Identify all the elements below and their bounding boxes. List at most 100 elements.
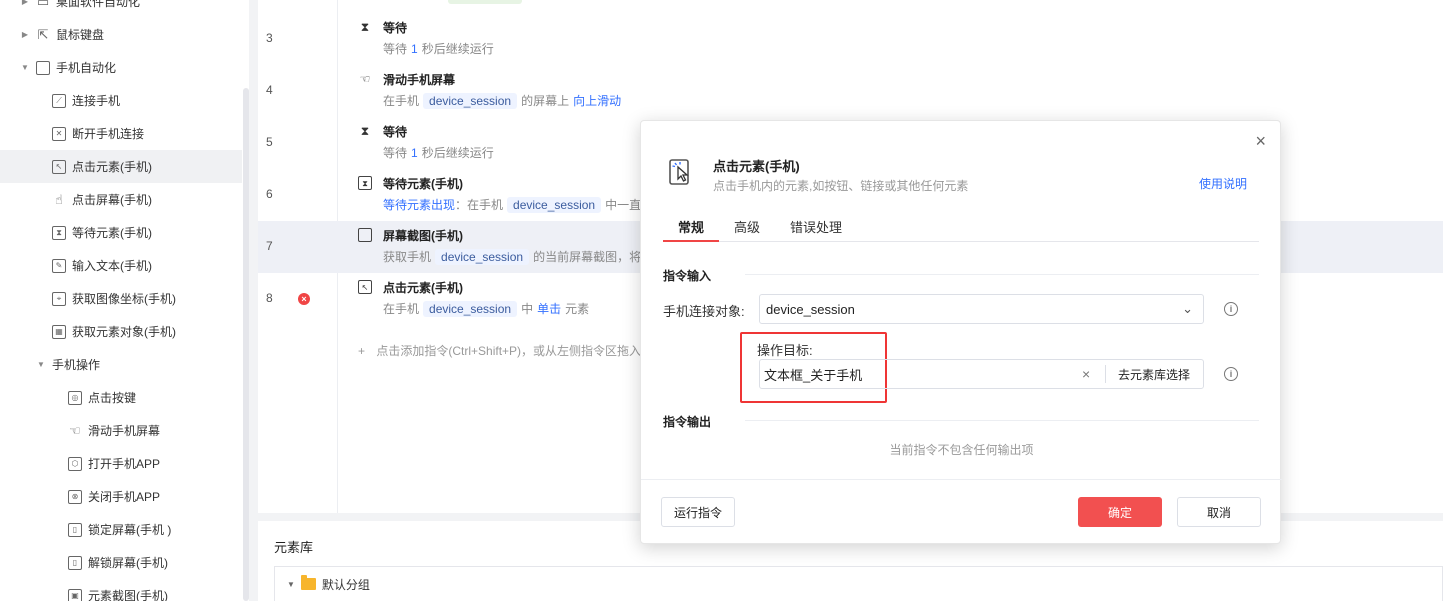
cancel-button[interactable]: 取消 [1177,497,1261,527]
add-command-hint[interactable]: + 点击添加指令(Ctrl+Shift+P)，或从左侧指令区拖入 [358,342,641,359]
desc-value: 1 [411,145,418,160]
desc-text: 获取手机 [383,250,432,264]
sidebar-item-close-app[interactable]: ⊗ 关闭手机APP [0,480,242,513]
info-icon[interactable]: i [1224,367,1238,381]
error-icon[interactable]: × [298,293,310,305]
sidebar-item-image-coord[interactable]: ⌖ 获取图像坐标(手机) [0,282,242,315]
pick-from-library-button[interactable]: 去元素库选择 [1118,366,1190,383]
panel-divider [249,0,258,601]
close-icon[interactable]: × [1255,131,1266,151]
step-title: 滑动手机屏幕 [383,73,456,87]
desc-text: 的当前屏幕截图，将 [533,250,642,264]
active-tab-indicator [663,240,719,242]
sidebar-item-label: 点击屏幕(手机) [72,193,152,207]
element-screenshot-icon: ▣ [68,588,82,601]
step-desc: 获取手机 device_session 的当前屏幕截图，将 [383,248,641,265]
sidebar-item-open-app[interactable]: ⬡ 打开手机APP [0,447,242,480]
sidebar-item-disconnect-phone[interactable]: ✕ 断开手机连接 [0,117,242,150]
monitor-icon: ▭ [36,0,50,9]
sidebar-item-phone-ops[interactable]: ▼ 手机操作 [0,348,242,381]
help-link[interactable]: 使用说明 [1199,175,1247,192]
unlock-screen-icon: ▯ [68,555,82,570]
chevron-down-icon: ⌄ [1182,301,1193,316]
sidebar-item-desktop-automation[interactable]: ▶ ▭ 桌面软件自动化 [0,0,242,18]
input-text-icon: ✎ [52,258,66,273]
caret-right-icon[interactable]: ▶ [20,0,30,6]
lock-screen-icon: ▯ [68,522,82,537]
tap-screen-icon: ☝ [55,192,63,207]
caret-down-icon[interactable]: ▼ [36,360,46,369]
sidebar-item-label: 获取元素对象(手机) [72,325,176,339]
sidebar-item-lock-screen[interactable]: ▯ 锁定屏幕(手机 ) [0,513,242,546]
library-group-default[interactable]: ▼ 默认分组 [274,566,1443,601]
sidebar-item-label: 锁定屏幕(手机 ) [88,523,172,537]
desc-text: 中 [521,302,534,316]
section-divider [745,274,1259,275]
sidebar-item-click-element[interactable]: ↖ 点击元素(手机) [0,150,242,183]
desc-text: 元素 [565,302,590,316]
swipe-icon: ☜ [359,72,371,86]
sidebar-item-unlock-screen[interactable]: ▯ 解锁屏幕(手机) [0,546,242,579]
line-number: 3 [266,31,273,45]
sidebar-item-tap-screen[interactable]: ☝ 点击屏幕(手机) [0,183,242,216]
target-value: 文本框_关于手机 [764,367,863,383]
folder-icon [300,575,316,590]
tab-error-handling[interactable]: 错误处理 [790,217,842,236]
swipe-icon: ☜ [69,423,81,438]
sidebar-item-mobile-automation[interactable]: ▼ 手机自动化 [0,51,242,84]
hourglass-box-icon: ⧗ [358,176,372,190]
run-command-button[interactable]: 运行指令 [661,497,735,527]
click-element-dialog: × 点击元素(手机) 点击手机内的元素,如按钮、链接或其他任何元素 使用说明 常… [640,120,1282,544]
desc-text: 秒后继续运行 [421,42,494,56]
sidebar-item-label: 获取图像坐标(手机) [72,292,176,306]
sidebar-item-label: 元素截图(手机) [88,589,168,601]
output-section-title: 指令输出 [663,415,712,429]
sidebar-item-key-press[interactable]: ◎ 点击按键 [0,381,242,414]
connection-select[interactable]: device_session ⌄ [759,294,1204,324]
sidebar-item-element-screenshot[interactable]: ▣ 元素截图(手机) [0,579,242,601]
sidebar-item-input-text[interactable]: ✎ 输入文本(手机) [0,249,242,282]
sidebar-item-swipe-screen[interactable]: ☜ 滑动手机屏幕 [0,414,242,447]
step-desc: 等待元素出现 ：在手机 device_session 中一直 [383,196,641,213]
tab-advanced[interactable]: 高级 [734,217,760,236]
sidebar-item-connect-phone[interactable]: ⟋ 连接手机 [0,84,242,117]
desc-text: 等待 [383,42,408,56]
flow-row-4[interactable]: 4 ☜ 滑动手机屏幕 在手机 device_session 的屏幕上 向上滑动 [258,65,1443,117]
desc-text: 在手机 [383,302,420,316]
confirm-button[interactable]: 确定 [1078,497,1162,527]
step-desc: 在手机 device_session 中 单击 元素 [383,300,589,317]
input-divider [1105,365,1106,383]
flow-row-3[interactable]: 3 ⧗ 等待 等待 1 秒后继续运行 [258,13,1443,65]
hourglass-box-icon: ⧗ [52,225,66,240]
desc-value: 等待元素出现 [383,198,456,212]
sidebar-item-label: 手机自动化 [56,61,117,75]
open-app-icon: ⬡ [68,456,82,471]
sidebar-item-mouse-keyboard[interactable]: ▶ ⇱ 鼠标键盘 [0,18,242,51]
image-coord-icon: ⌖ [52,291,66,306]
caret-right-icon[interactable]: ▶ [20,30,30,39]
sidebar-item-wait-element[interactable]: ⧗ 等待元素(手机) [0,216,242,249]
caret-down-icon[interactable]: ▼ [20,63,30,72]
no-output-text: 当前指令不包含任何输出项 [889,443,1034,457]
sidebar-item-element-object[interactable]: ▦ 获取元素对象(手机) [0,315,242,348]
caret-down-icon[interactable]: ▼ [287,580,295,589]
sidebar-item-label: 解锁屏幕(手机) [88,556,168,570]
line-number: 5 [266,135,273,149]
clear-icon[interactable]: × [1082,366,1090,382]
sidebar-item-label: 关闭手机APP [88,490,161,504]
library-title: 元素库 [274,540,314,555]
variable-tag: device_session [435,248,530,265]
info-icon[interactable]: i [1224,302,1238,316]
step-title: 屏幕截图(手机) [383,229,463,243]
step-desc: 等待 1 秒后继续运行 [383,40,494,57]
tab-general[interactable]: 常规 [678,217,704,236]
screenshot-icon [358,228,372,242]
target-input[interactable]: 文本框_关于手机 × 去元素库选择 [759,359,1204,389]
footer-divider [641,479,1282,480]
desc-value: 向上滑动 [573,94,622,108]
cut-off-tag [448,0,522,4]
disconnect-icon: ✕ [52,126,66,141]
dialog-subtitle: 点击手机内的元素,如按钮、链接或其他任何元素 [713,179,969,193]
add-command-text: 点击添加指令(Ctrl+Shift+P)，或从左侧指令区拖入 [376,344,642,358]
section-divider [745,420,1259,421]
